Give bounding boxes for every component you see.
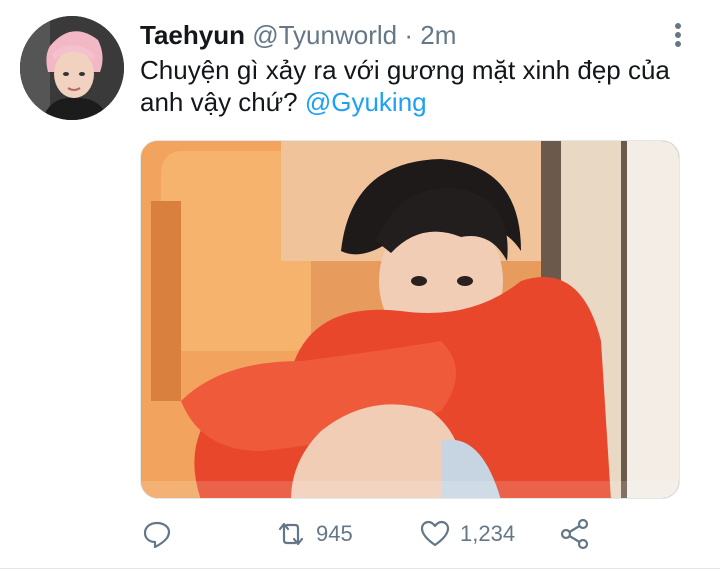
separator-dot: ·	[404, 20, 414, 50]
heart-icon	[418, 517, 452, 551]
more-options-icon[interactable]	[664, 20, 692, 50]
reply-icon	[140, 517, 174, 551]
tweet-actions: 945 1,234	[140, 512, 680, 556]
tweet-card[interactable]: Taehyun @Tyunworld · 2m Chuyện gì xảy ra…	[0, 0, 720, 571]
divider	[0, 568, 720, 569]
tweet-timestamp[interactable]: 2m	[420, 20, 456, 50]
tweet-text: Chuyện gì xảy ra với gương mặt xinh đẹp …	[140, 54, 700, 118]
tweet-photo[interactable]	[140, 140, 680, 499]
author-handle[interactable]: @Tyunworld	[252, 20, 397, 50]
author-name[interactable]: Taehyun	[140, 20, 245, 50]
reply-button[interactable]	[140, 512, 174, 556]
mention-link[interactable]: @Gyuking	[305, 87, 427, 117]
retweet-button[interactable]: 945	[274, 512, 353, 556]
author-avatar[interactable]	[20, 16, 124, 120]
like-count: 1,234	[460, 521, 516, 546]
retweet-icon	[274, 517, 308, 551]
like-button[interactable]: 1,234	[418, 512, 515, 556]
share-button[interactable]	[558, 512, 592, 556]
tweet-header: Taehyun @Tyunworld · 2m	[140, 18, 456, 52]
retweet-count: 945	[316, 521, 353, 546]
share-icon	[558, 517, 592, 551]
